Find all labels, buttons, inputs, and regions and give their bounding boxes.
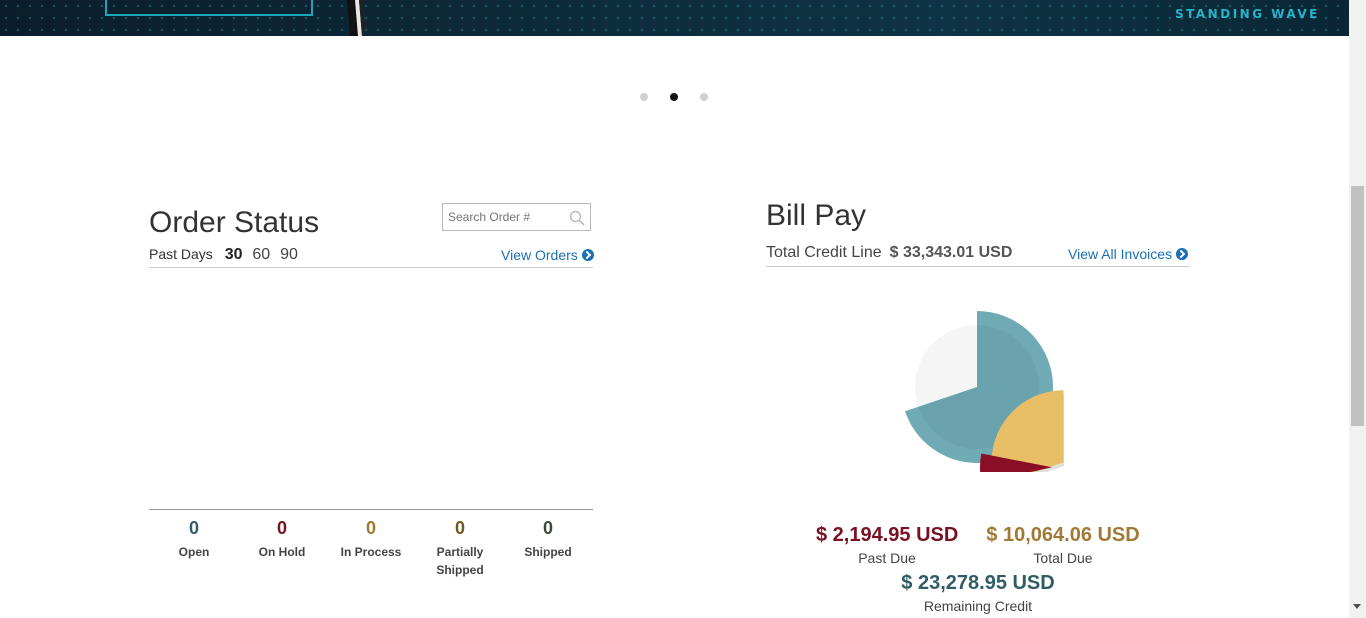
past-days-90[interactable]: 90 — [280, 246, 298, 263]
past-due-amount: $ 2,194.95 USD — [816, 524, 959, 546]
status-label: In Process — [340, 545, 402, 559]
status-in-process[interactable]: 0 In Process — [326, 518, 416, 561]
credit-pie-chart — [905, 311, 1064, 472]
view-invoices-label: View All Invoices — [1068, 246, 1173, 262]
past-due-label: Past Due — [858, 550, 916, 566]
past-due-summary: $ 2,194.95 USD Past Due — [816, 524, 958, 566]
status-count: 0 — [454, 518, 465, 538]
status-count: 0 — [188, 518, 199, 538]
banner-tagline: STANDING WAVE — [1175, 7, 1320, 21]
status-shipped[interactable]: 0 Shipped — [503, 518, 593, 561]
page-scrollbar[interactable] — [1349, 0, 1366, 618]
total-due-label: Total Due — [1033, 550, 1093, 566]
chevron-right-circle-icon — [581, 249, 594, 261]
status-on-hold[interactable]: 0 On Hold — [237, 518, 327, 561]
carousel-dot-3[interactable] — [700, 93, 708, 101]
credit-line-amount: $ 33,343.01 USD — [889, 244, 1013, 261]
banner-frame — [105, 0, 313, 16]
carousel-dot-1[interactable] — [640, 93, 648, 101]
promo-banner[interactable]: STANDING WAVE — [0, 0, 1349, 36]
status-partially-shipped[interactable]: 0 Partially Shipped — [415, 518, 505, 579]
order-status-summary: 0 Open 0 On Hold 0 In Process 0 Partiall… — [149, 509, 593, 577]
scroll-down-arrow-icon[interactable] — [1353, 604, 1361, 609]
credit-line-label: Total Credit Line — [766, 244, 882, 261]
status-count: 0 — [365, 518, 376, 538]
banner-product-image — [347, 0, 366, 36]
remaining-credit-amount: $ 23,278.95 USD — [901, 572, 1055, 594]
order-status-title: Order Status — [149, 206, 320, 239]
total-due-amount: $ 10,064.06 USD — [986, 524, 1140, 546]
past-days-label: Past Days — [149, 246, 213, 262]
search-order-input[interactable] — [448, 210, 566, 224]
scrollbar-thumb[interactable] — [1351, 186, 1364, 426]
chevron-right-circle-icon — [1176, 248, 1189, 260]
status-label: Partially Shipped — [436, 545, 484, 577]
past-days-30[interactable]: 30 — [225, 246, 243, 263]
view-all-invoices-link[interactable]: View All Invoices — [1068, 246, 1189, 262]
status-count: 0 — [542, 518, 553, 538]
bill-pay-title: Bill Pay — [766, 199, 867, 232]
view-orders-label: View Orders — [501, 247, 578, 263]
carousel-dot-2[interactable] — [670, 93, 678, 101]
past-days-60[interactable]: 60 — [252, 246, 270, 263]
status-label: On Hold — [258, 545, 306, 559]
search-icon[interactable] — [569, 210, 585, 226]
remaining-credit-summary: $ 23,278.95 USD Remaining Credit — [900, 572, 1056, 614]
status-count: 0 — [276, 518, 287, 538]
search-order-field[interactable] — [442, 203, 591, 231]
divider — [149, 267, 593, 268]
total-credit-line: Total Credit Line $ 33,343.01 USD — [766, 244, 1012, 262]
remaining-credit-label: Remaining Credit — [923, 598, 1033, 614]
past-days-filter: Past Days 30 60 90 — [149, 246, 298, 264]
status-label: Open — [178, 545, 210, 559]
divider — [766, 266, 1190, 267]
total-due-summary: $ 10,064.06 USD Total Due — [986, 524, 1140, 566]
status-label: Shipped — [524, 545, 572, 559]
status-open[interactable]: 0 Open — [149, 518, 239, 561]
view-orders-link[interactable]: View Orders — [501, 247, 594, 263]
